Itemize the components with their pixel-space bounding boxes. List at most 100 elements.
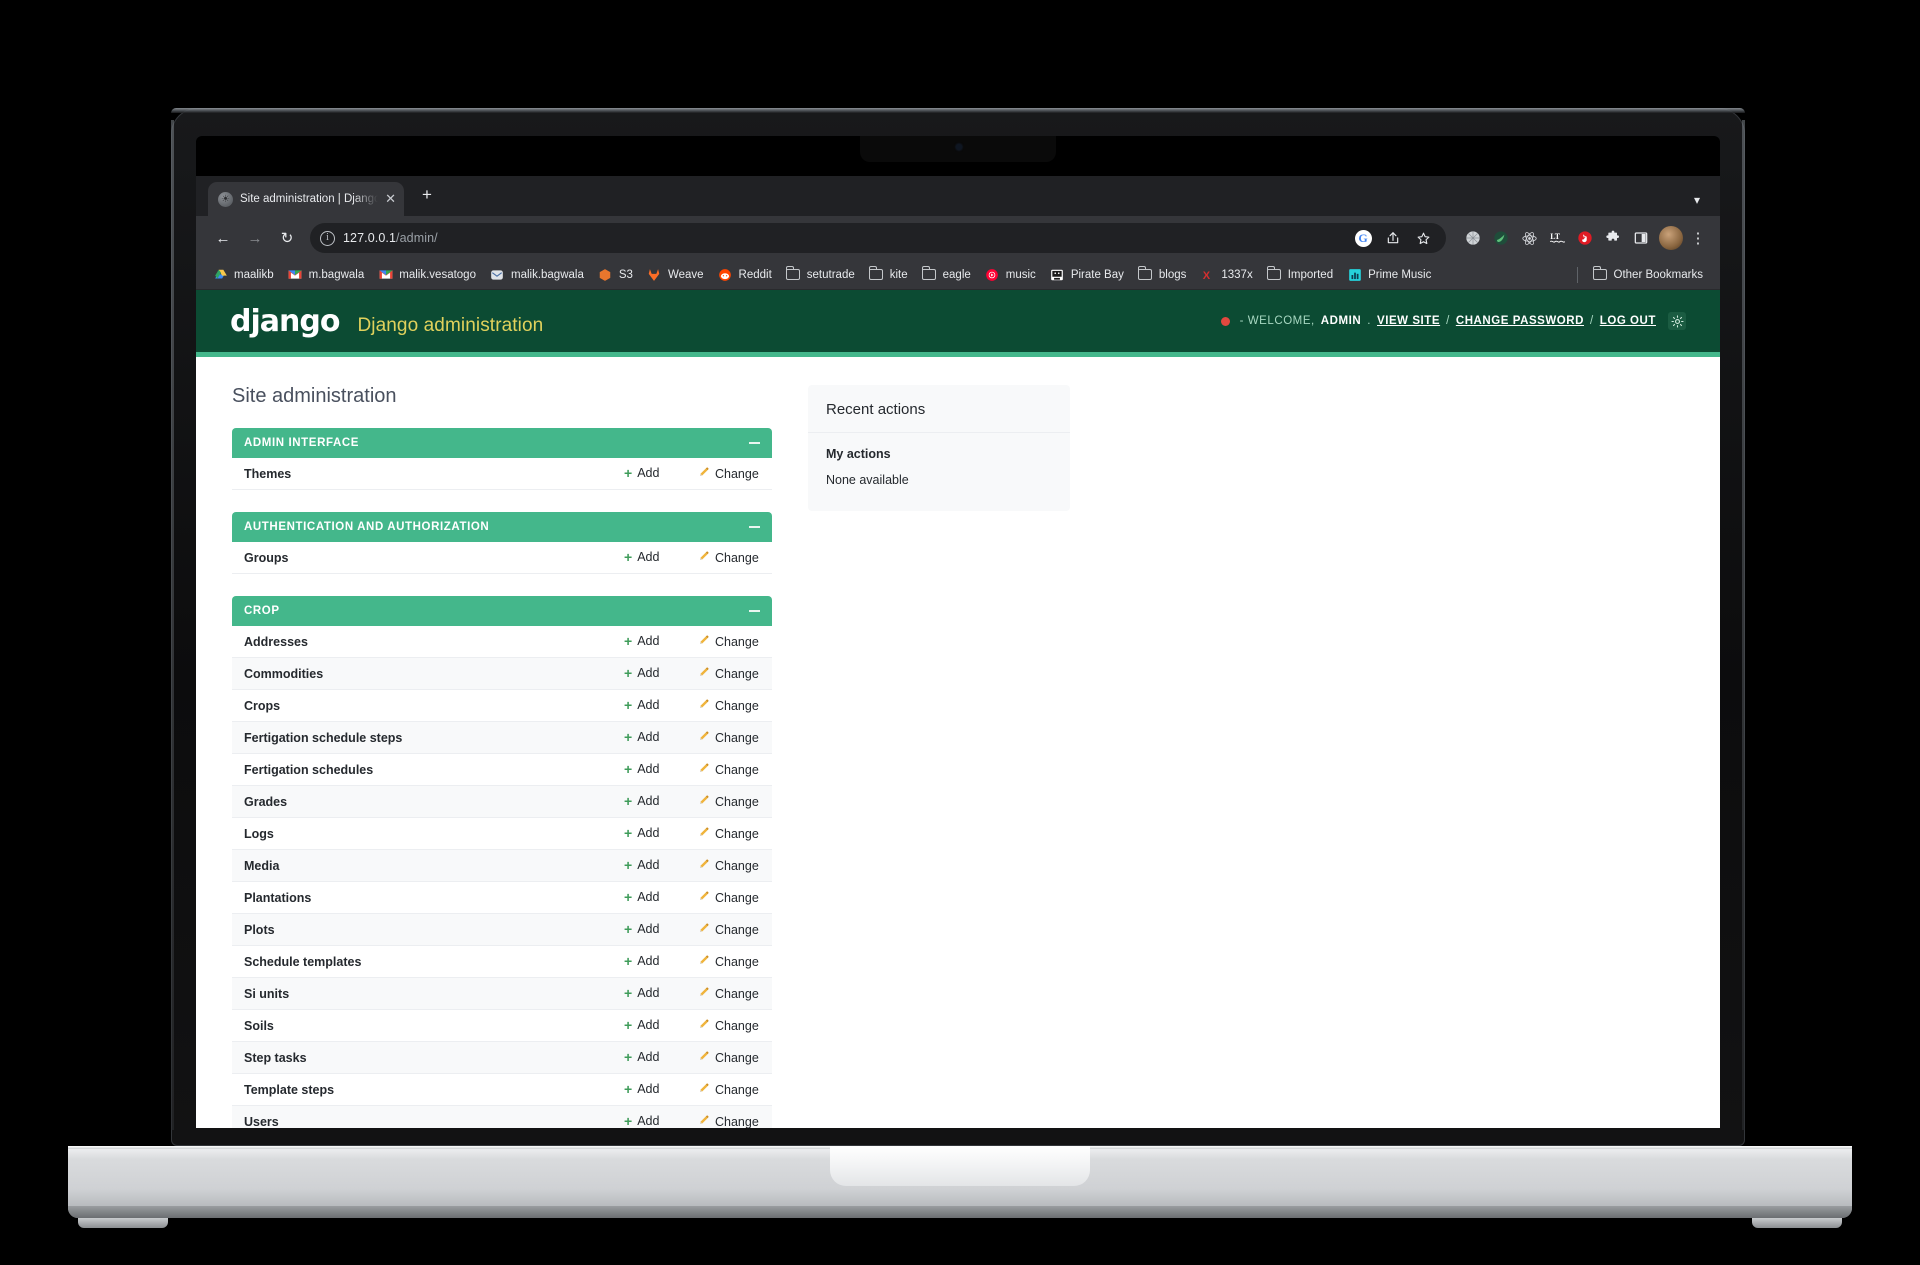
model-link[interactable]: Media (244, 859, 279, 873)
add-link[interactable]: + Add (624, 698, 659, 712)
add-link[interactable]: + Add (624, 1114, 659, 1128)
kebab-menu-icon[interactable]: ⋮ (1688, 229, 1708, 247)
adblock-extension-icon[interactable] (1572, 225, 1598, 251)
change-link[interactable]: Change (698, 954, 759, 969)
bookmark-imported[interactable]: Imported (1260, 265, 1340, 284)
app-module-header[interactable]: ADMIN INTERFACE (232, 428, 772, 458)
bookmark-reddit[interactable]: Reddit (711, 265, 779, 284)
side-panel-icon[interactable] (1628, 225, 1654, 251)
grid-extension-icon[interactable] (1460, 225, 1486, 251)
add-link[interactable]: + Add (624, 634, 659, 648)
change-link[interactable]: Change (698, 1050, 759, 1065)
add-link[interactable]: + Add (624, 858, 659, 872)
bookmark-m-bagwala[interactable]: m.bagwala (281, 265, 372, 284)
change-link[interactable]: Change (698, 858, 759, 873)
change-link[interactable]: Change (698, 698, 759, 713)
bookmark-kite[interactable]: kite (862, 265, 915, 284)
app-module-header[interactable]: AUTHENTICATION AND AUTHORIZATION (232, 512, 772, 542)
model-link[interactable]: Si units (244, 987, 289, 1001)
bookmark-prime-music[interactable]: Prime Music (1340, 265, 1438, 284)
change-link[interactable]: Change (698, 762, 759, 777)
add-link[interactable]: + Add (624, 794, 659, 808)
model-link[interactable]: Addresses (244, 635, 308, 649)
add-link[interactable]: + Add (624, 730, 659, 744)
add-link[interactable]: + Add (624, 954, 659, 968)
weave-extension-icon[interactable] (1488, 225, 1514, 251)
bookmark-s3[interactable]: S3 (591, 265, 640, 284)
change-link[interactable]: Change (698, 1018, 759, 1033)
django-logo[interactable]: django (230, 304, 340, 339)
change-link[interactable]: Change (698, 466, 759, 481)
change-link[interactable]: Change (698, 1114, 759, 1128)
chevron-down-icon[interactable]: ▾ (1694, 193, 1700, 207)
add-link[interactable]: + Add (624, 826, 659, 840)
bookmark-malik-vesatogo[interactable]: malik.vesatogo (371, 265, 483, 284)
bookmark-eagle[interactable]: eagle (915, 265, 978, 284)
add-link[interactable]: + Add (624, 666, 659, 680)
log-out-link[interactable]: LOG OUT (1600, 315, 1656, 327)
new-tab-button[interactable]: + (414, 183, 440, 209)
change-link[interactable]: Change (698, 550, 759, 565)
other-bookmarks-button[interactable]: Other Bookmarks (1586, 265, 1710, 284)
change-link[interactable]: Change (698, 826, 759, 841)
address-bar[interactable]: i 127.0.0.1/admin/ G (310, 223, 1446, 253)
browser-tab-active[interactable]: ☀ Site administration | Django ad ✕ (208, 182, 404, 216)
change-link[interactable]: Change (698, 986, 759, 1001)
theme-toggle-icon[interactable] (1668, 312, 1686, 330)
bookmark-maalikb[interactable]: maalikb (206, 265, 281, 284)
add-link[interactable]: + Add (624, 1082, 659, 1096)
bookmark-1337x[interactable]: X 1337x (1193, 265, 1259, 284)
model-link[interactable]: Users (244, 1115, 279, 1129)
model-link[interactable]: Groups (244, 551, 288, 565)
model-link[interactable]: Grades (244, 795, 287, 809)
react-devtools-icon[interactable] (1516, 225, 1542, 251)
add-link[interactable]: + Add (624, 1050, 659, 1064)
add-link[interactable]: + Add (624, 762, 659, 776)
share-icon[interactable] (1380, 225, 1406, 251)
change-link[interactable]: Change (698, 634, 759, 649)
add-link[interactable]: + Add (624, 550, 659, 564)
bookmark-weave[interactable]: Weave (640, 265, 711, 284)
add-link[interactable]: + Add (624, 890, 659, 904)
model-link[interactable]: Step tasks (244, 1051, 307, 1065)
model-link[interactable]: Commodities (244, 667, 323, 681)
model-link[interactable]: Fertigation schedule steps (244, 731, 402, 745)
bookmark-music[interactable]: music (978, 265, 1043, 284)
star-icon[interactable] (1410, 225, 1436, 251)
model-link[interactable]: Soils (244, 1019, 274, 1033)
model-link[interactable]: Logs (244, 827, 274, 841)
model-link[interactable]: Crops (244, 699, 280, 713)
collapse-toggle-icon[interactable] (749, 610, 760, 612)
add-link[interactable]: + Add (624, 986, 659, 1000)
reload-button[interactable]: ↻ (272, 223, 302, 253)
model-link[interactable]: Plots (244, 923, 275, 937)
avatar[interactable] (1659, 226, 1683, 250)
add-link[interactable]: + Add (624, 466, 659, 480)
bookmark-pirate-bay[interactable]: Pirate Bay (1043, 265, 1131, 284)
google-icon[interactable]: G (1350, 225, 1376, 251)
forward-button[interactable]: → (240, 223, 270, 253)
bookmark-malik-bagwala[interactable]: malik.bagwala (483, 265, 591, 284)
site-info-icon[interactable]: i (320, 230, 335, 246)
model-link[interactable]: Fertigation schedules (244, 763, 373, 777)
change-password-link[interactable]: CHANGE PASSWORD (1456, 315, 1584, 327)
model-link[interactable]: Schedule templates (244, 955, 361, 969)
change-link[interactable]: Change (698, 1082, 759, 1097)
bookmark-setutrade[interactable]: setutrade (779, 265, 862, 284)
change-link[interactable]: Change (698, 730, 759, 745)
change-link[interactable]: Change (698, 794, 759, 809)
django-branding[interactable]: django Django administration (230, 304, 543, 339)
collapse-toggle-icon[interactable] (749, 526, 760, 528)
change-link[interactable]: Change (698, 890, 759, 905)
add-link[interactable]: + Add (624, 922, 659, 936)
model-link[interactable]: Themes (244, 467, 291, 481)
change-link[interactable]: Change (698, 922, 759, 937)
bookmark-blogs[interactable]: blogs (1131, 265, 1194, 284)
change-link[interactable]: Change (698, 666, 759, 681)
app-module-header[interactable]: CROP (232, 596, 772, 626)
back-button[interactable]: ← (208, 223, 238, 253)
puzzle-extensions-icon[interactable] (1600, 225, 1626, 251)
collapse-toggle-icon[interactable] (749, 442, 760, 444)
languagetool-icon[interactable]: LT (1544, 225, 1570, 251)
close-icon[interactable]: ✕ (385, 191, 396, 207)
